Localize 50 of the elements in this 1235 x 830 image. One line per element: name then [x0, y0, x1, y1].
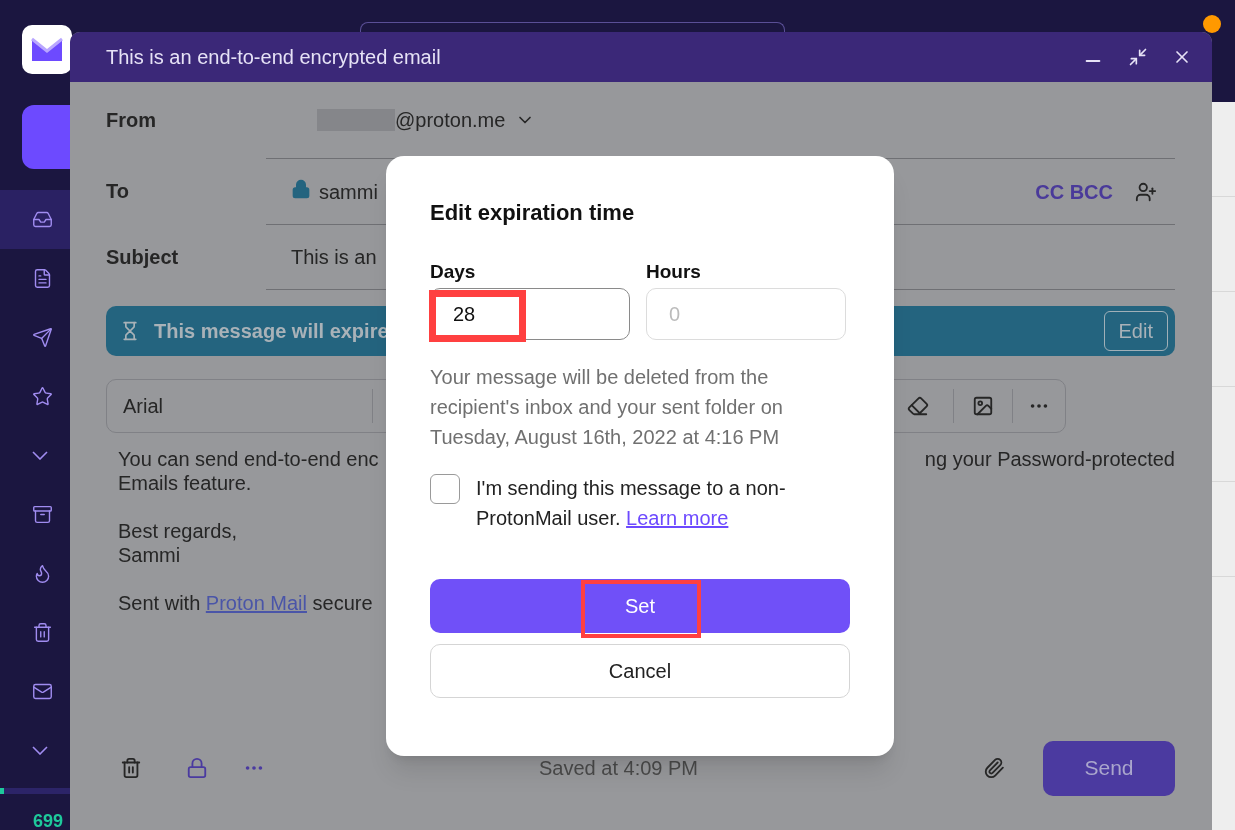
from-label: From [106, 108, 157, 133]
banner-text: This message will expire [154, 319, 390, 344]
checkbox[interactable] [430, 474, 460, 504]
body-text: You can send end-to-end enc [118, 447, 379, 471]
expiration-description: Your message will be deleted from the recipient's inbox and your sent folder on Tuesday, August 16th, 2022 at 4:16 PM [430, 365, 784, 450]
recipient-chip[interactable]: sammi [319, 176, 378, 207]
days-label: Days [430, 260, 477, 284]
saved-status: Saved at 4:09 PM [539, 756, 698, 781]
archive-icon [32, 504, 53, 526]
cancel-button[interactable]: Cancel [430, 644, 850, 698]
add-contact-icon[interactable] [1135, 180, 1157, 203]
from-address[interactable]: @proton.me [395, 105, 506, 135]
body-text: Emails feature. [118, 471, 252, 495]
chevron-down-icon [32, 451, 48, 461]
lock-icon[interactable] [186, 757, 208, 779]
body-text: ng your Password-protected [924, 447, 1175, 471]
font-select[interactable]: Arial [107, 389, 373, 423]
days-field[interactable]: 28 [430, 288, 630, 340]
lock-icon [291, 178, 311, 199]
send-icon [32, 327, 53, 349]
hourglass-icon [120, 321, 140, 341]
trash-icon [32, 622, 53, 644]
hours-field[interactable]: 0 [646, 288, 846, 340]
signature-text: Sent with Proton Mail secure [118, 591, 373, 615]
edit-button[interactable]: Edit [1103, 311, 1168, 351]
dialog-title: Edit expiration time [430, 199, 636, 227]
trash-icon[interactable] [120, 757, 142, 779]
compose-button[interactable] [22, 104, 70, 170]
checkbox-label: I'm sending this message to a non-ProtonMail user. Learn more [476, 476, 787, 531]
image-icon[interactable] [972, 395, 994, 417]
chevron-down-icon [32, 746, 48, 756]
mail-logo-icon [30, 35, 64, 64]
document-icon [32, 268, 53, 290]
paperclip-icon[interactable] [983, 757, 1005, 779]
storage-text: 699 [33, 812, 65, 830]
learn-more-link[interactable]: Learn more [626, 507, 729, 529]
eraser-icon[interactable] [907, 395, 929, 417]
storage-bar [0, 788, 70, 794]
send-button[interactable]: Send [1043, 740, 1175, 796]
to-label: To [106, 179, 130, 204]
composer-title: This is an end-to-end encrypted email [106, 45, 442, 70]
shrink-icon[interactable] [1128, 47, 1148, 67]
subject-label: Subject [106, 245, 180, 270]
star-icon [32, 386, 53, 408]
body-text: Sammi [118, 543, 181, 567]
subject-value: This is an [291, 245, 377, 270]
hours-label: Hours [646, 260, 702, 284]
body-text: Best regards, [118, 519, 237, 543]
sidebar-item[interactable] [0, 190, 70, 250]
cc-bcc-link[interactable]: CC BCC [1035, 176, 1113, 207]
